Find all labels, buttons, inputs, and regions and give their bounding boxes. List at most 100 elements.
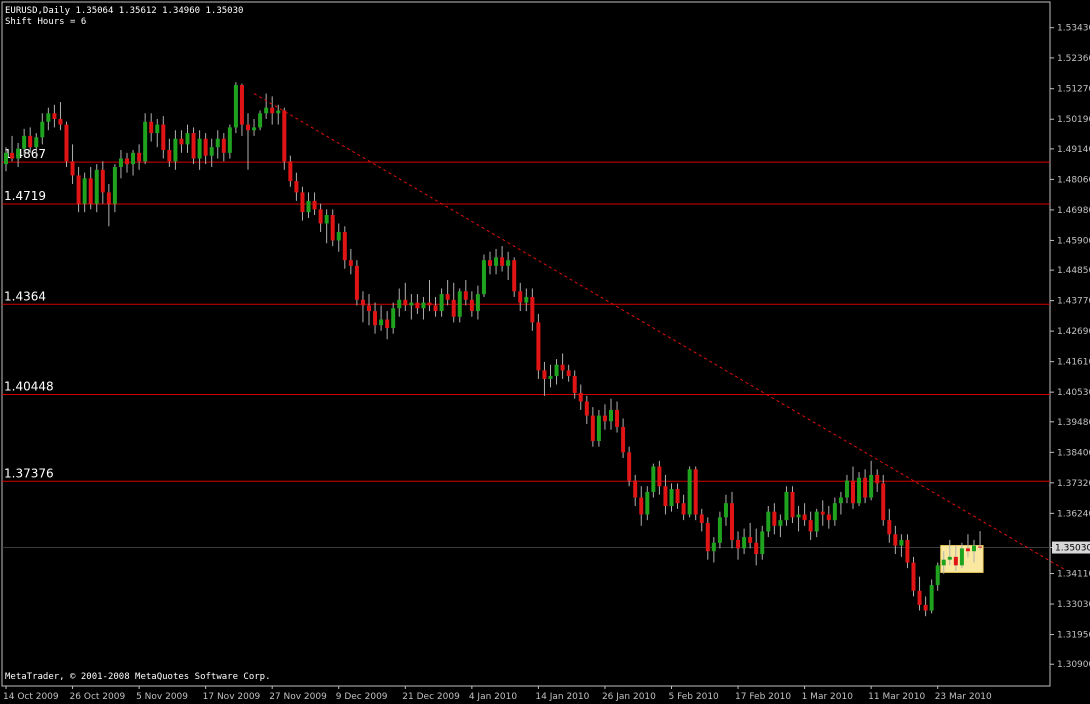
- candle: [869, 460, 874, 501]
- candle-body: [754, 542, 759, 555]
- candle: [560, 353, 565, 379]
- candle-body: [52, 113, 57, 119]
- candle-body: [385, 319, 390, 329]
- candle-body: [488, 260, 492, 266]
- x-tick-label: 17 Nov 2009: [203, 692, 261, 702]
- candle-body: [778, 520, 783, 526]
- candle: [627, 446, 632, 487]
- x-tick-label: 5 Nov 2009: [136, 692, 188, 702]
- candle-body: [760, 531, 765, 555]
- candle: [427, 279, 432, 312]
- candle: [911, 556, 916, 597]
- candle-body: [978, 546, 983, 548]
- candle-body: [832, 503, 837, 521]
- candle-body: [590, 415, 595, 442]
- candle-body: [348, 260, 353, 266]
- candle: [312, 192, 317, 216]
- candle: [536, 313, 541, 379]
- candle-body: [252, 127, 257, 131]
- candle: [893, 525, 898, 555]
- chart-window: 1.48671.47191.43641.404481.373761.534301…: [0, 0, 1090, 704]
- candle: [760, 525, 765, 560]
- candle-body: [784, 491, 789, 521]
- candle-body: [161, 124, 166, 151]
- candle: [306, 192, 311, 218]
- candle-body: [826, 514, 831, 521]
- candle: [500, 246, 505, 272]
- candle-body: [717, 517, 722, 543]
- candle-body: [415, 302, 420, 309]
- x-tick-label: 4 Jan 2010: [469, 692, 517, 702]
- candle-body: [173, 138, 178, 162]
- y-tick-label: 1.49140: [1057, 145, 1090, 155]
- candle-body: [802, 514, 807, 521]
- candle-body: [669, 489, 674, 507]
- candle: [300, 186, 305, 221]
- candle-body: [566, 370, 571, 377]
- candle-body: [554, 364, 559, 377]
- candle: [367, 294, 371, 326]
- candle-body: [463, 291, 468, 300]
- candle-body: [209, 147, 214, 156]
- candle: [318, 203, 323, 232]
- candle-body: [675, 489, 680, 504]
- candle: [875, 469, 880, 492]
- candle: [633, 474, 638, 507]
- price-chart[interactable]: 1.48671.47191.43641.404481.373761.534301…: [0, 0, 1090, 704]
- candle-body: [475, 294, 480, 312]
- candle: [155, 118, 160, 148]
- candle: [397, 288, 402, 317]
- candle: [693, 466, 698, 521]
- candle-body: [796, 514, 801, 518]
- candle: [415, 294, 420, 314]
- candle-body: [421, 302, 426, 309]
- candle-body: [899, 539, 904, 546]
- candle-body: [360, 299, 365, 306]
- candle: [929, 579, 934, 614]
- candle: [621, 418, 626, 458]
- candle-body: [887, 520, 892, 535]
- candle-body: [22, 135, 27, 149]
- shift-hours-label: Shift Hours = 6: [5, 17, 87, 27]
- x-tick-label: 27 Nov 2009: [269, 692, 327, 702]
- x-tick-label: 26 Oct 2009: [70, 692, 126, 702]
- x-tick-label: 14 Oct 2009: [3, 692, 59, 702]
- candle-body: [512, 260, 517, 292]
- candle: [857, 472, 862, 507]
- candle: [669, 483, 674, 512]
- candle: [590, 407, 595, 447]
- candle-body: [330, 215, 335, 241]
- x-tick-label: 14 Jan 2010: [535, 692, 589, 702]
- candle-body: [457, 291, 462, 317]
- candle-body: [651, 466, 656, 492]
- candle-body: [125, 158, 129, 165]
- candle: [820, 500, 825, 526]
- candle-body: [578, 392, 583, 402]
- candle: [433, 296, 438, 317]
- candle: [923, 596, 928, 617]
- candle: [221, 133, 226, 162]
- candle: [681, 494, 686, 521]
- candle: [379, 305, 384, 331]
- candle-body: [58, 118, 63, 125]
- candle-body: [191, 133, 196, 159]
- candle-body: [542, 370, 547, 379]
- y-tick-label: 1.39480: [1057, 418, 1090, 428]
- candle-body: [633, 480, 638, 498]
- candle: [294, 172, 299, 201]
- candle-body: [881, 483, 886, 521]
- candle: [675, 483, 680, 509]
- candle: [978, 531, 983, 550]
- x-tick-label: 26 Jan 2010: [602, 692, 656, 702]
- candle: [578, 384, 583, 410]
- candle-body: [324, 215, 329, 224]
- candle-body: [972, 545, 976, 552]
- candle-body: [820, 511, 825, 515]
- candle-body: [524, 296, 529, 303]
- candle-body: [609, 409, 613, 422]
- candle-body: [838, 497, 843, 504]
- candle: [796, 506, 801, 532]
- candle: [917, 576, 922, 611]
- candle: [469, 291, 474, 317]
- candle-body: [687, 469, 692, 515]
